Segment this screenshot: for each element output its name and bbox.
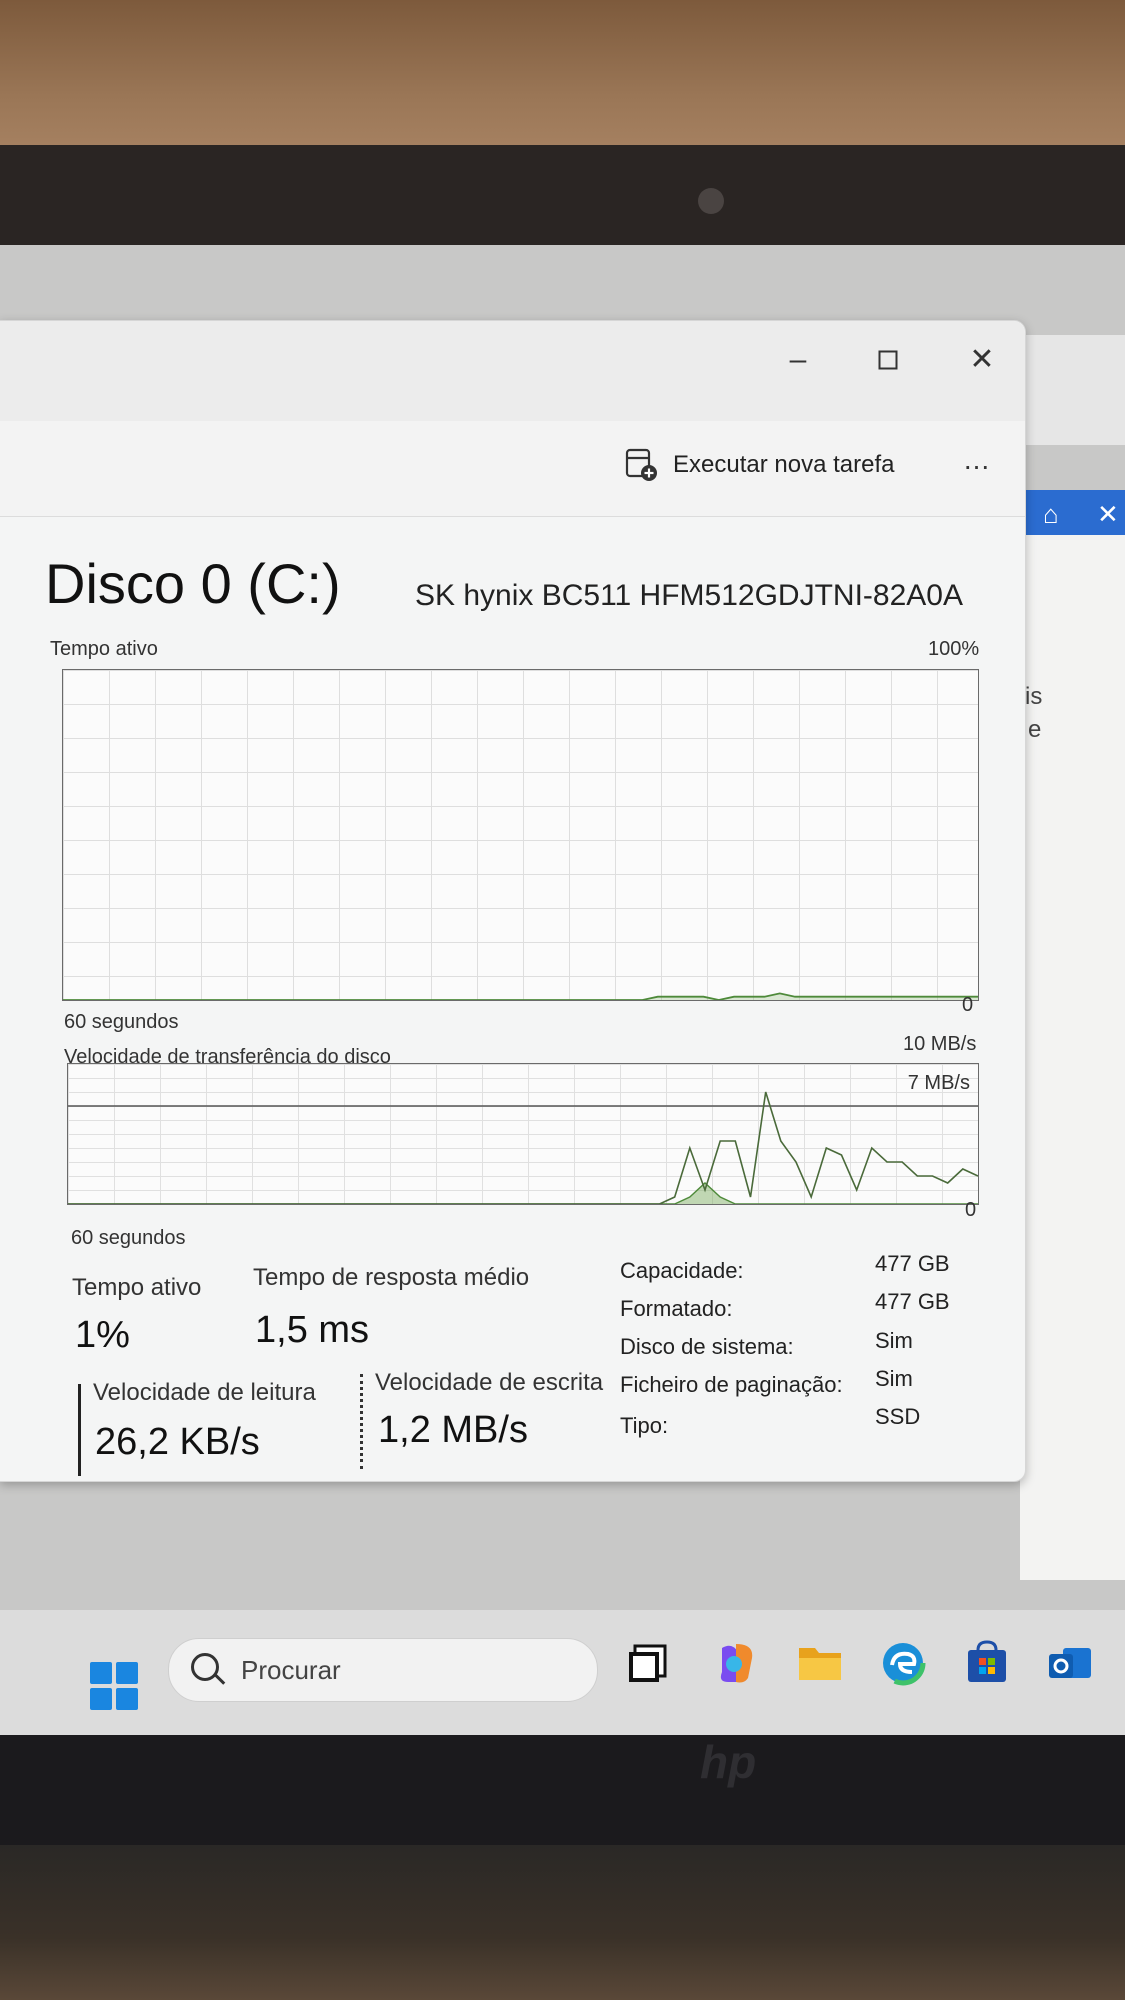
- read-rate-series-line: [68, 1182, 978, 1204]
- outlook-icon[interactable]: [1045, 1638, 1095, 1688]
- run-new-task-label: Executar nova tarefa: [673, 451, 895, 478]
- wall-background: [0, 0, 1125, 160]
- close-icon: ✕: [969, 343, 995, 376]
- transfer-rate-graph: 7 MB/s: [67, 1063, 979, 1205]
- disk-model: SK hynix BC511 HFM512GDJTNI-82A0A: [415, 579, 963, 612]
- run-new-task-button[interactable]: Executar nova tarefa: [625, 441, 894, 489]
- active-time-graph: [62, 669, 979, 1001]
- background-window-edge: [1020, 335, 1125, 445]
- title-bar: – ✕: [0, 321, 1025, 421]
- active-time-graph-timespan: 60 segundos: [64, 1011, 179, 1033]
- transfer-graph-min: 0: [965, 1199, 977, 1221]
- info-label-type: Tipo:: [620, 1413, 669, 1438]
- edge-browser-icon[interactable]: [878, 1638, 928, 1688]
- run-task-icon: [625, 448, 657, 481]
- background-window-header: ⌂ ✕: [1025, 490, 1125, 535]
- info-value-type: SSD: [875, 1404, 921, 1429]
- close-button[interactable]: ✕: [952, 337, 1012, 383]
- read-speed-indicator: [78, 1384, 81, 1476]
- info-value-formatted: 477 GB: [875, 1289, 950, 1314]
- write-speed-value: 1,2 MB/s: [378, 1409, 528, 1451]
- taskbar: Procurar: [0, 1610, 1125, 1735]
- background-window: [1020, 490, 1125, 1580]
- background-text: is: [1025, 683, 1043, 710]
- active-time-stat-value: 1%: [75, 1314, 130, 1356]
- active-time-stat-label: Tempo ativo: [72, 1274, 202, 1301]
- active-time-chart: [63, 992, 978, 1000]
- read-speed-value: 26,2 KB/s: [95, 1421, 260, 1463]
- disk-title: Disco 0 (C:): [45, 552, 341, 615]
- info-label-capacity: Capacidade:: [620, 1258, 744, 1283]
- webcam: [698, 188, 724, 214]
- toolbar: Executar nova tarefa ...: [0, 421, 1025, 517]
- transfer-reference-label: 7 MB/s: [907, 1072, 970, 1094]
- info-label-page-file: Ficheiro de paginação:: [620, 1372, 843, 1397]
- maximize-icon: [878, 350, 898, 370]
- transfer-graph-max: 10 MB/s: [903, 1033, 977, 1055]
- maximize-button[interactable]: [858, 337, 918, 383]
- active-time-graph-min: 0: [962, 994, 974, 1016]
- active-time-graph-max: 100%: [928, 638, 980, 660]
- search-icon: [191, 1653, 219, 1681]
- info-value-system-disk: Sim: [875, 1328, 913, 1353]
- file-explorer-icon[interactable]: [795, 1638, 845, 1688]
- minimize-button[interactable]: –: [768, 337, 828, 383]
- response-time-stat-value: 1,5 ms: [255, 1309, 370, 1351]
- microsoft-store-icon[interactable]: [962, 1638, 1012, 1688]
- monitor-bezel-top: [0, 145, 1125, 255]
- hp-logo-icon: hp: [700, 1736, 757, 1788]
- info-label-formatted: Formatado:: [620, 1296, 733, 1321]
- read-speed-label: Velocidade de leitura: [93, 1379, 316, 1406]
- close-icon[interactable]: ✕: [1097, 499, 1119, 530]
- more-options-button[interactable]: ...: [952, 435, 1002, 485]
- taskbar-search[interactable]: Procurar: [168, 1638, 598, 1702]
- monitor-bezel-bottom: [0, 1735, 1125, 1845]
- background-text: e: [1028, 716, 1042, 743]
- write-speed-indicator: [360, 1374, 366, 1469]
- info-value-capacity: 477 GB: [875, 1251, 950, 1276]
- write-rate-series-line: [68, 1091, 978, 1204]
- info-label-system-disk: Disco de sistema:: [620, 1334, 794, 1359]
- briefcase-icon[interactable]: ⌂: [1043, 499, 1059, 530]
- read-rate-series-area: [68, 1183, 978, 1204]
- windows-logo-icon: [90, 1662, 112, 1684]
- task-manager-window: – ✕ Executar nova tarefa ... Disco 0 (C:…: [0, 320, 1026, 1482]
- transfer-graph-timespan: 60 segundos: [71, 1227, 186, 1249]
- write-speed-label: Velocidade de escrita: [375, 1369, 604, 1396]
- active-time-graph-label: Tempo ativo: [50, 638, 158, 660]
- search-placeholder: Procurar: [241, 1655, 341, 1685]
- minimize-icon: –: [789, 343, 807, 376]
- start-button[interactable]: [90, 1662, 138, 1710]
- transfer-rate-chart: [68, 1091, 978, 1204]
- laptop-deck: [0, 1845, 1125, 2000]
- info-value-page-file: Sim: [875, 1366, 913, 1391]
- task-view-icon[interactable]: [625, 1638, 675, 1688]
- response-time-stat-label: Tempo de resposta médio: [253, 1264, 530, 1291]
- copilot-icon[interactable]: [712, 1638, 762, 1688]
